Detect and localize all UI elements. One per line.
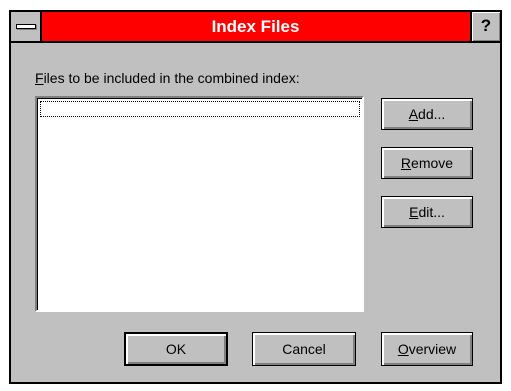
files-listbox[interactable] xyxy=(35,96,364,312)
edit-button-label: dit... xyxy=(418,204,445,220)
add-button[interactable]: Add... xyxy=(381,98,473,130)
help-button[interactable]: ? xyxy=(470,12,500,41)
overview-button-label: verview xyxy=(408,341,457,357)
overview-button-accelerator: O xyxy=(397,341,409,357)
remove-button[interactable]: Remove xyxy=(381,147,473,179)
listbox-focus-row[interactable] xyxy=(40,101,360,117)
cancel-button[interactable]: Cancel xyxy=(252,332,356,366)
edit-button[interactable]: Edit... xyxy=(381,196,473,228)
window-title: Index Files xyxy=(211,17,300,36)
files-label-accelerator: F xyxy=(35,70,44,86)
index-files-dialog: Index Files ? Files to be included in th… xyxy=(9,10,502,384)
system-menu-icon xyxy=(16,24,36,29)
listbox-inner xyxy=(37,98,362,310)
remove-button-label: emove xyxy=(411,155,454,171)
add-button-accelerator: A xyxy=(408,106,419,122)
overview-button[interactable]: Overview xyxy=(381,332,473,366)
add-button-label: dd... xyxy=(418,106,446,122)
files-label-text: iles to be included in the combined inde… xyxy=(43,70,300,86)
title-bar[interactable]: Index Files ? xyxy=(11,12,500,43)
ok-button[interactable]: OK xyxy=(124,332,228,366)
system-menu-button[interactable] xyxy=(11,12,42,41)
remove-button-accelerator: R xyxy=(400,155,412,171)
files-list-label: Files to be included in the combined ind… xyxy=(35,70,300,86)
